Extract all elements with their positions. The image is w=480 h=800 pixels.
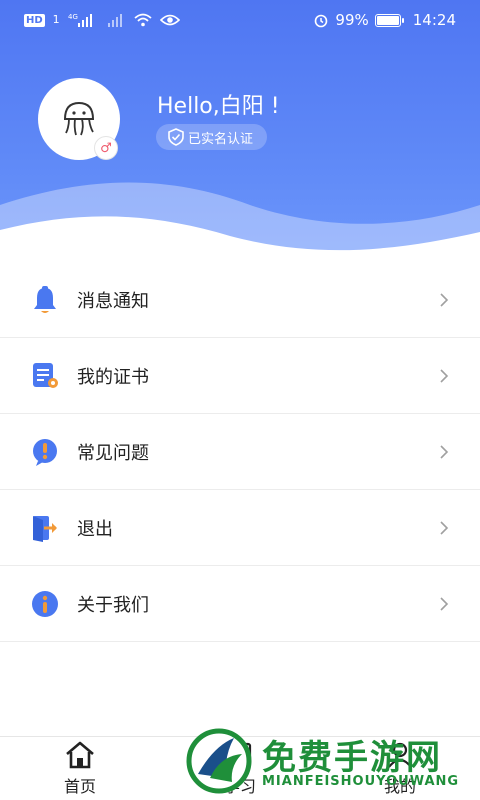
status-bar: HD 1 4G 99% 14:24 [0,0,480,40]
user-icon [388,742,412,768]
menu-label: 我的证书 [77,366,149,388]
menu-item-certificates[interactable]: 我的证书 [0,338,480,414]
info-icon [30,589,60,619]
menu-item-logout[interactable]: 退出 [0,490,480,566]
menu-label: 消息通知 [77,290,149,312]
chevron-right-icon [440,292,449,307]
menu-list: 消息通知 我的证书 常见问题 退出 关于我们 [0,262,480,642]
tab-label: 我的 [383,776,416,796]
eye-icon [159,13,180,27]
menu-label: 退出 [77,518,113,540]
chevron-right-icon [440,368,449,383]
bell-icon [30,285,60,315]
tab-mine[interactable]: 我的 [320,737,480,800]
chevron-right-icon [440,596,449,611]
jellyfish-avatar-icon [63,101,95,136]
logout-icon [30,513,60,543]
question-icon [30,437,60,467]
battery-percent: 99% [335,11,369,29]
tab-home[interactable]: 首页 [0,737,160,800]
bottom-tab-bar: 首页 学习 我的 [0,736,480,800]
clock: 14:24 [412,11,456,29]
signal-secondary-icon [106,12,126,28]
hd-badge: HD [24,13,45,27]
gender-male-icon: ♂ [94,136,118,160]
wifi-icon [134,12,152,28]
greeting-text: Hello,白阳 ! [157,94,280,119]
shield-check-icon [168,128,184,146]
menu-item-notifications[interactable]: 消息通知 [0,262,480,338]
tab-study[interactable]: 学习 [160,737,320,800]
alarm-icon [313,12,329,28]
menu-label: 关于我们 [77,594,149,616]
menu-label: 常见问题 [77,442,149,464]
sim-indicator: 1 [52,13,60,26]
home-icon [66,741,94,768]
network-type-label: 4G [68,13,78,21]
chevron-right-icon [440,520,449,535]
tab-label: 首页 [63,776,96,796]
certificate-icon [30,361,60,391]
verified-label: 已实名认证 [188,131,254,147]
tab-label: 学习 [223,776,256,796]
chevron-right-icon [440,444,449,459]
verified-badge: 已实名认证 [156,124,268,150]
menu-item-about[interactable]: 关于我们 [0,566,480,642]
study-icon [228,742,252,767]
battery-icon [374,13,404,27]
menu-item-faq[interactable]: 常见问题 [0,414,480,490]
signal-icon: 4G [68,12,98,28]
